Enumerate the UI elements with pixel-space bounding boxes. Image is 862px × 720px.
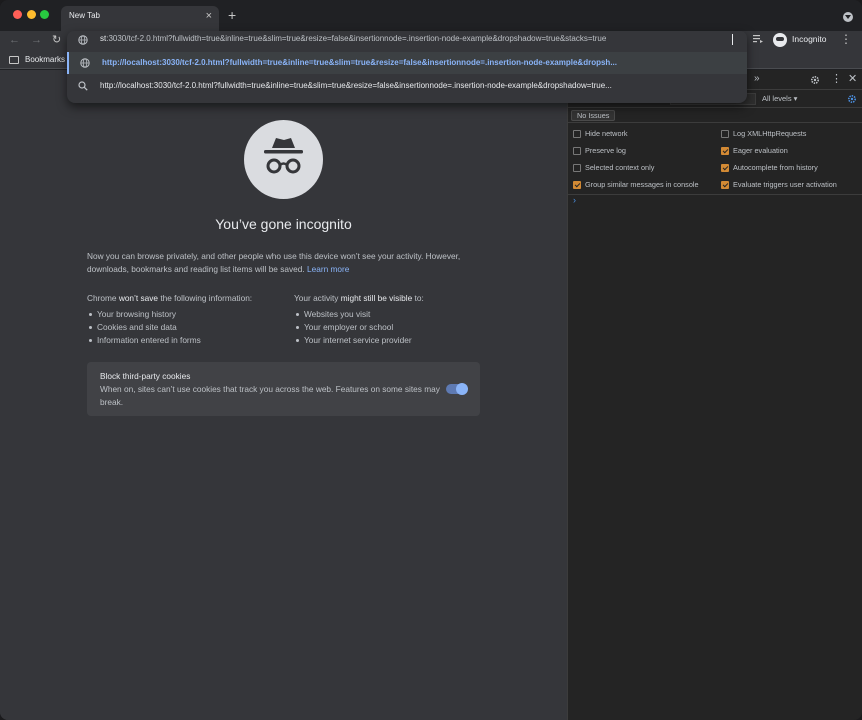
reload-button[interactable]: ↻ (52, 33, 61, 47)
console-settings-icon[interactable] (847, 94, 857, 104)
column-title: Your activity might still be visible to: (294, 292, 424, 304)
gear-icon[interactable] (810, 75, 820, 85)
globe-icon (78, 35, 88, 45)
checkbox[interactable] (573, 147, 581, 155)
option-label: Eager evaluation (733, 146, 788, 155)
list-item: Websites you visit (294, 308, 424, 321)
title-tail: the following information: (158, 293, 253, 303)
incognito-avatar-icon (773, 33, 787, 47)
checkbox[interactable] (573, 181, 581, 189)
text-caret (732, 34, 733, 45)
back-button[interactable]: ← (9, 33, 20, 47)
option-label: Log XMLHttpRequests (733, 129, 807, 138)
omnibox-suggestion[interactable]: http://localhost:3030/tcf-2.0.html?fullw… (67, 75, 747, 97)
checkbox[interactable] (573, 130, 581, 138)
devtools-panel: » ⋮ ✕ All levels ▾ No Issues Hide networ… (567, 70, 862, 720)
address-input[interactable]: st:3030/tcf-2.0.html?fullwidth=true&inli… (100, 34, 606, 43)
profile-label: Incognito (792, 34, 827, 44)
title-bold: won’t save (118, 293, 159, 303)
window-minimize-button[interactable] (27, 10, 36, 19)
list-item: Information entered in forms (87, 334, 252, 347)
option-label: Hide network (585, 129, 628, 138)
title-bold: might still be visible (340, 293, 413, 303)
media-queue-icon[interactable] (752, 33, 764, 45)
list-item: Your browsing history (87, 308, 252, 321)
intro-body: Now you can browse privately, and other … (87, 251, 461, 274)
globe-icon (80, 58, 90, 68)
issues-button[interactable]: No Issues (571, 110, 616, 121)
option-label: Selected context only (585, 163, 655, 172)
option-label: Evaluate triggers user activation (733, 180, 837, 189)
omnibox-suggestion[interactable]: http://localhost:3030/tcf-2.0.html?fullw… (67, 52, 747, 74)
wont-save-column: Chrome won’t save the following informat… (87, 292, 252, 347)
list-item: Your employer or school (294, 321, 424, 334)
console-prompt[interactable]: › (573, 195, 576, 205)
list-item: Your internet service provider (294, 334, 424, 347)
page-title: You’ve gone incognito (215, 216, 352, 232)
address-bar[interactable]: st:3030/tcf-2.0.html?fullwidth=true&inli… (67, 31, 747, 49)
window-maximize-button[interactable] (40, 10, 49, 19)
bookmarks-folder[interactable]: Bookmarks (25, 55, 65, 64)
tab-search-icon[interactable] (843, 12, 853, 22)
intro-text: Now you can browse privately, and other … (87, 250, 487, 276)
learn-more-link[interactable]: Learn more (307, 264, 349, 274)
devtools-menu-icon[interactable]: ⋮ (831, 72, 842, 85)
checkbox[interactable] (721, 181, 729, 189)
checkbox[interactable] (721, 130, 729, 138)
omnibox-dropdown: st:3030/tcf-2.0.html?fullwidth=true&inli… (67, 31, 747, 103)
cookie-controls-card: Block third-party cookies When on, sites… (87, 362, 480, 416)
title-tail: to: (412, 293, 424, 303)
suggestion-text: http://localhost:3030/tcf-2.0.html?fullw… (102, 58, 617, 67)
page-content: You’ve gone incognito Now you can browse… (0, 70, 567, 720)
toggle-knob (456, 383, 468, 395)
search-icon (78, 81, 88, 91)
window-close-button[interactable] (13, 10, 22, 19)
forward-button[interactable]: → (31, 33, 42, 47)
block-cookies-toggle[interactable] (446, 383, 468, 395)
tab-strip: New Tab × + (0, 0, 862, 31)
tab-title: New Tab (69, 11, 100, 20)
option-label: Preserve log (585, 146, 626, 155)
issues-bar: No Issues (568, 108, 862, 123)
address-rest: :3030/tcf-2.0.html?fullwidth=true&inline… (106, 34, 607, 43)
cookie-title: Block third-party cookies (100, 371, 191, 381)
tab-new-tab[interactable]: New Tab × (61, 6, 219, 31)
incognito-icon (244, 120, 323, 199)
checkbox[interactable] (721, 147, 729, 155)
tab-close-icon[interactable]: × (206, 9, 212, 23)
browser-menu-icon[interactable]: ⋮ (840, 33, 852, 45)
profile-button[interactable]: Incognito (771, 32, 841, 48)
column-title: Chrome won’t save the following informat… (87, 292, 252, 304)
cookie-description: When on, sites can’t use cookies that tr… (100, 384, 440, 407)
list-item: Cookies and site data (87, 321, 252, 334)
incognito-page: You’ve gone incognito Now you can browse… (0, 70, 567, 720)
new-tab-button[interactable]: + (228, 8, 236, 22)
divider (568, 194, 862, 195)
title-lead: Your activity (294, 293, 341, 303)
suggestion-text: http://localhost:3030/tcf-2.0.html?fullw… (100, 81, 612, 90)
browser-window: New Tab × + ← → ↻ st:3030/tcf-2.0.html?f… (0, 0, 862, 720)
option-label: Autocomplete from history (733, 163, 818, 172)
checkbox[interactable] (721, 164, 729, 172)
title-lead: Chrome (87, 293, 119, 303)
folder-icon (9, 56, 19, 64)
still-visible-column: Your activity might still be visible to:… (294, 292, 424, 347)
log-levels-dropdown[interactable]: All levels ▾ (762, 94, 797, 103)
devtools-close-icon[interactable]: ✕ (848, 72, 857, 85)
checkbox[interactable] (573, 164, 581, 172)
more-tabs-button[interactable]: » (754, 73, 760, 84)
option-label: Group similar messages in console (585, 180, 699, 189)
